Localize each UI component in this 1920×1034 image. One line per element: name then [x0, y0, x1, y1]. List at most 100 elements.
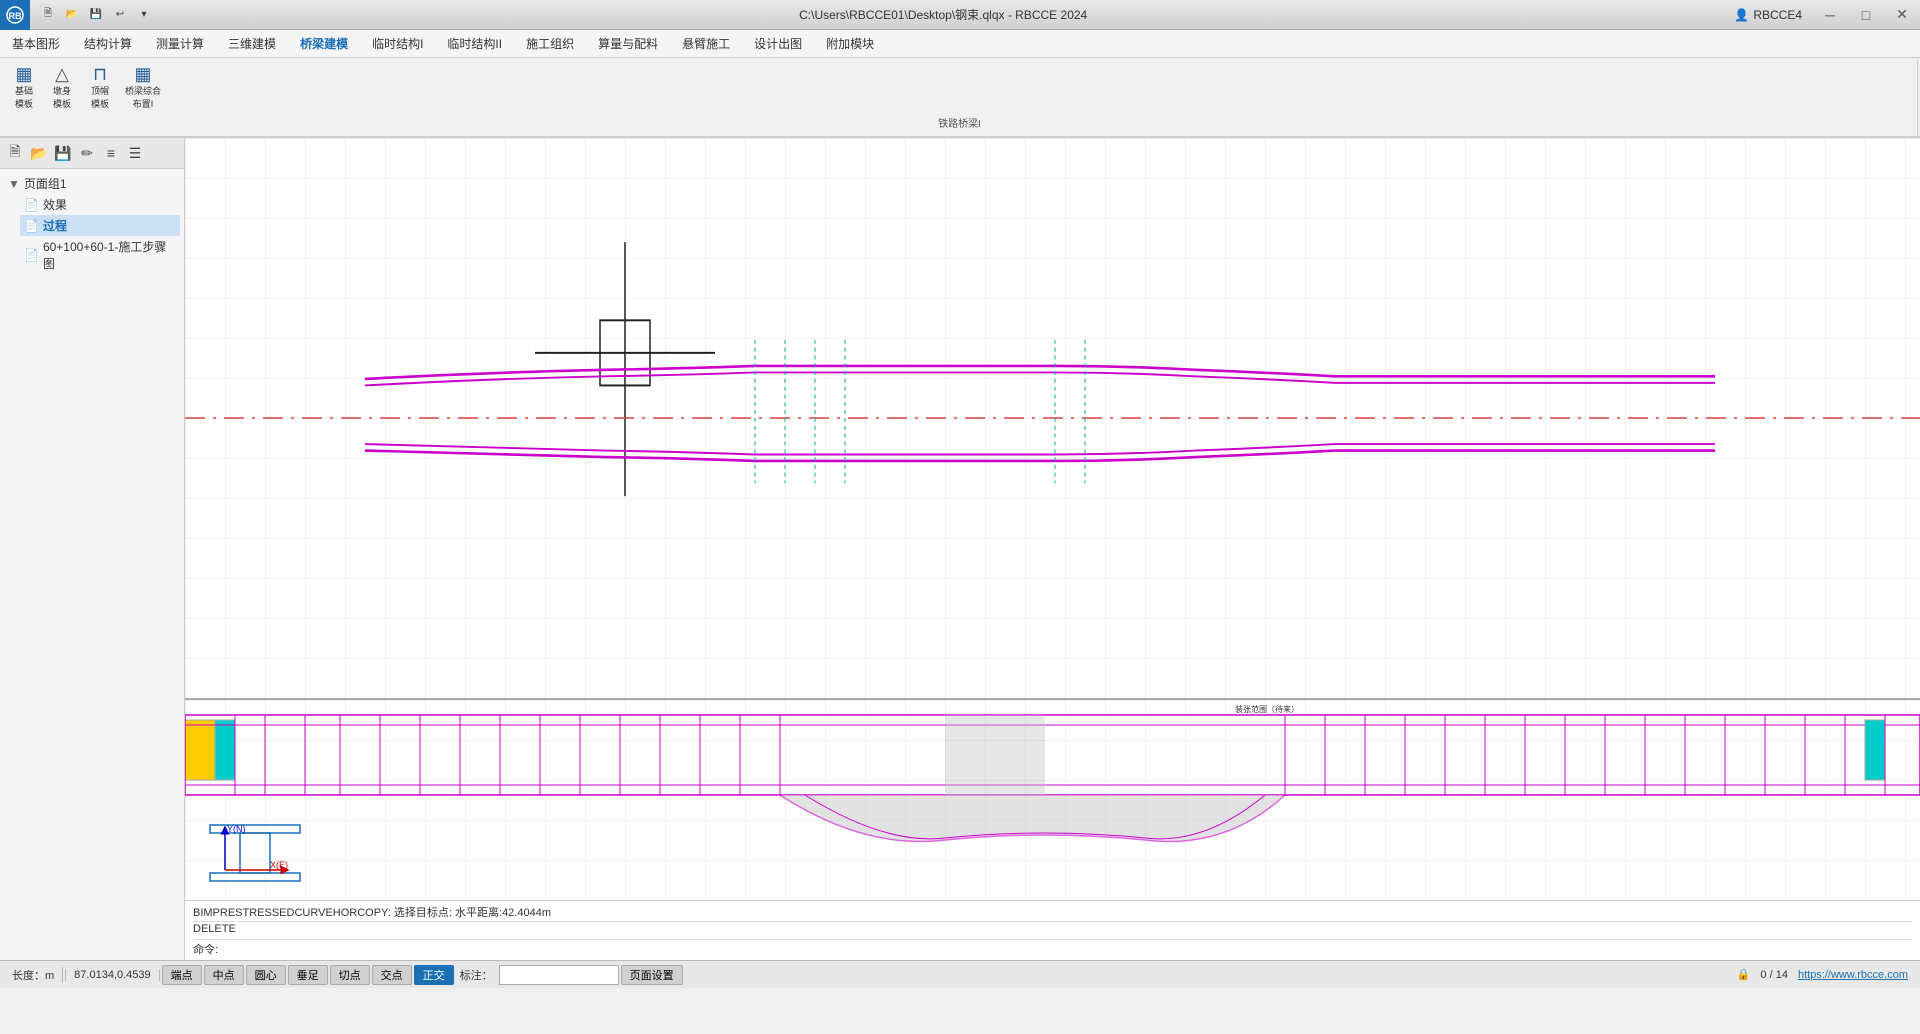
snap-endpoint-label: 端点: [171, 967, 193, 983]
new-button[interactable]: 🗎: [38, 5, 58, 25]
maximize-button[interactable]: □: [1848, 0, 1884, 30]
close-button[interactable]: ✕: [1884, 0, 1920, 30]
status-bar: 长度：m 87.0134,0.4539 端点 中点 圆心 垂足 切点 交点 正交…: [0, 960, 1920, 988]
foundation-icon: ▦: [15, 65, 32, 83]
svg-text:RB: RB: [9, 11, 22, 21]
toolbar-group-railway-bridge-1: ▦基础模板 △墩身模板 ⊓顶帽模板 ▦桥梁综合布置I 铁路桥梁I: [2, 60, 1918, 132]
bridge-integrated-icon: ▦: [135, 65, 152, 83]
group-label-railway-1: 铁路桥梁I: [6, 113, 1913, 130]
tree-indent-1: 📄 效果 📄 过程 📄 60+100+60-1-施工步骤图: [4, 194, 180, 274]
save-button[interactable]: 💾: [86, 5, 106, 25]
window-controls: ─ □ ✕: [1812, 0, 1920, 30]
sidebar-save[interactable]: 💾: [52, 142, 74, 164]
snap-midpoint-label: 中点: [213, 967, 235, 983]
tree-effect-label: 效果: [43, 196, 67, 213]
tool-cap[interactable]: ⊓顶帽模板: [82, 62, 118, 113]
tree-group-pages[interactable]: ▼ 页面组1: [4, 173, 180, 194]
annotation-input[interactable]: [499, 965, 619, 985]
canvas-area[interactable]: 装张范围（待来）: [185, 138, 1920, 960]
tree-process-label: 过程: [43, 217, 67, 234]
tool-foundation[interactable]: ▦基础模板: [6, 62, 42, 113]
ortho-button[interactable]: 正交: [414, 965, 454, 985]
website-link[interactable]: https://www.rbcce.com: [1798, 969, 1916, 981]
menubar: 基本图形 结构计算 测量计算 三维建模 桥梁建模 临时结构I 临时结构II 施工…: [0, 30, 1920, 58]
page-icon-process: 📄: [24, 219, 39, 233]
minimize-button[interactable]: ─: [1812, 0, 1848, 30]
canvas-top[interactable]: [185, 138, 1920, 700]
tree-pages-label: 页面组1: [24, 175, 67, 192]
coord-axes: Y(N) X(E): [215, 820, 295, 880]
undo-button[interactable]: ↩: [110, 5, 130, 25]
username: RBCCE4: [1753, 8, 1802, 22]
elevation-drawing: [185, 138, 1920, 698]
annotation-label: 标注：: [456, 967, 497, 983]
command-output-1: BIMPRESTRESSEDCURVEHORCOPY: 选择目标点: 水平距离:…: [193, 903, 1912, 922]
snap-foot[interactable]: 垂足: [288, 965, 328, 985]
sidebar-list1[interactable]: ≡: [100, 142, 122, 164]
page-settings-button[interactable]: 页面设置: [621, 965, 683, 985]
menu-basic-shapes[interactable]: 基本图形: [0, 30, 72, 58]
snap-tangent-label: 切点: [339, 967, 361, 983]
cap-icon: ⊓: [93, 65, 107, 83]
window-title: C:\Users\RBCCE01\Desktop\钢束.qlqx - RBCCE…: [162, 6, 1724, 23]
sidebar-edit[interactable]: ✏: [76, 142, 98, 164]
menu-measurement-calc[interactable]: 测量计算: [144, 30, 216, 58]
page-info: 0 / 14: [1752, 969, 1796, 981]
dropdown-button[interactable]: ▾: [134, 5, 154, 25]
command-input-field[interactable]: [222, 943, 1912, 955]
main-content: 🗎 📂 💾 ✏ ≡ ☰ ▼ 页面组1 📄 效果 📄 过程: [0, 138, 1920, 960]
page-icon-effect: 📄: [24, 198, 39, 212]
tool-pier-body[interactable]: △墩身模板: [44, 62, 80, 113]
snap-center[interactable]: 圆心: [246, 965, 286, 985]
version-icon: 🔒: [1737, 968, 1751, 981]
tool-bridge-integrated[interactable]: ▦桥梁综合布置I: [120, 62, 166, 113]
ortho-label: 正交: [423, 967, 445, 983]
menu-structural-calc[interactable]: 结构计算: [72, 30, 144, 58]
plan-drawing: 装张范围（待来）: [185, 700, 1920, 900]
snap-foot-label: 垂足: [297, 967, 319, 983]
user-info: 👤 RBCCE4: [1724, 8, 1812, 22]
canvas-bottom[interactable]: 装张范围（待来）: [185, 700, 1920, 900]
menu-construction-org[interactable]: 施工组织: [514, 30, 586, 58]
tree-step-label: 60+100+60-1-施工步骤图: [43, 238, 176, 272]
sidebar-open[interactable]: 📂: [28, 142, 50, 164]
open-button[interactable]: 📂: [62, 5, 82, 25]
menu-cantilever[interactable]: 悬臂施工: [670, 30, 742, 58]
svg-text:Y(N): Y(N): [227, 824, 246, 834]
menu-temp-struct1[interactable]: 临时结构I: [360, 30, 435, 58]
command-output-2: DELETE: [193, 922, 1912, 940]
tree-item-effect[interactable]: 📄 效果: [20, 194, 180, 215]
snap-midpoint[interactable]: 中点: [204, 965, 244, 985]
page-settings-label: 页面设置: [630, 967, 674, 983]
snap-intersection[interactable]: 交点: [372, 965, 412, 985]
menu-temp-struct2[interactable]: 临时结构II: [435, 30, 514, 58]
svg-text:装张范围（待来）: 装张范围（待来）: [1235, 704, 1299, 714]
menu-calc-distribution[interactable]: 算量与配料: [586, 30, 670, 58]
toolbar: ▦基础模板 △墩身模板 ⊓顶帽模板 ▦桥梁综合布置I 铁路桥梁I ⊓梁体模板 ⊡…: [0, 58, 1920, 138]
snap-tangent[interactable]: 切点: [330, 965, 370, 985]
quick-access-toolbar: 🗎 📂 💾 ↩ ▾: [30, 5, 162, 25]
sidebar-list2[interactable]: ☰: [124, 142, 146, 164]
menu-addon[interactable]: 附加模块: [814, 30, 886, 58]
page-icon-step: 📄: [24, 248, 39, 262]
svg-text:X(E): X(E): [270, 860, 288, 870]
command-prompt-area[interactable]: 命令:: [193, 940, 1912, 958]
menu-3d-modeling[interactable]: 三维建模: [216, 30, 288, 58]
sidebar: 🗎 📂 💾 ✏ ≡ ☰ ▼ 页面组1 📄 效果 📄 过程: [0, 138, 185, 960]
sidebar-toolbar: 🗎 📂 💾 ✏ ≡ ☰: [0, 138, 184, 169]
snap-intersection-label: 交点: [381, 967, 403, 983]
expand-icon: ▼: [8, 177, 20, 191]
length-unit: 长度：m: [4, 967, 63, 983]
sidebar-new[interactable]: 🗎: [4, 142, 26, 164]
coordinates-display: 87.0134,0.4539: [65, 969, 159, 981]
pier-icon: △: [55, 65, 69, 83]
app-logo: RB: [0, 0, 30, 30]
menu-design-output[interactable]: 设计出图: [742, 30, 814, 58]
tree-item-step-diagram[interactable]: 📄 60+100+60-1-施工步骤图: [20, 236, 180, 274]
menu-bridge-modeling[interactable]: 桥梁建模: [288, 30, 360, 58]
tree-item-process[interactable]: 📄 过程: [20, 215, 180, 236]
sidebar-tree: ▼ 页面组1 📄 效果 📄 过程 📄 60+100+60-1-施工步骤图: [0, 169, 184, 278]
titlebar: RB 🗎 📂 💾 ↩ ▾ C:\Users\RBCCE01\Desktop\钢束…: [0, 0, 1920, 30]
snap-endpoint[interactable]: 端点: [162, 965, 202, 985]
user-icon: 👤: [1734, 8, 1749, 22]
